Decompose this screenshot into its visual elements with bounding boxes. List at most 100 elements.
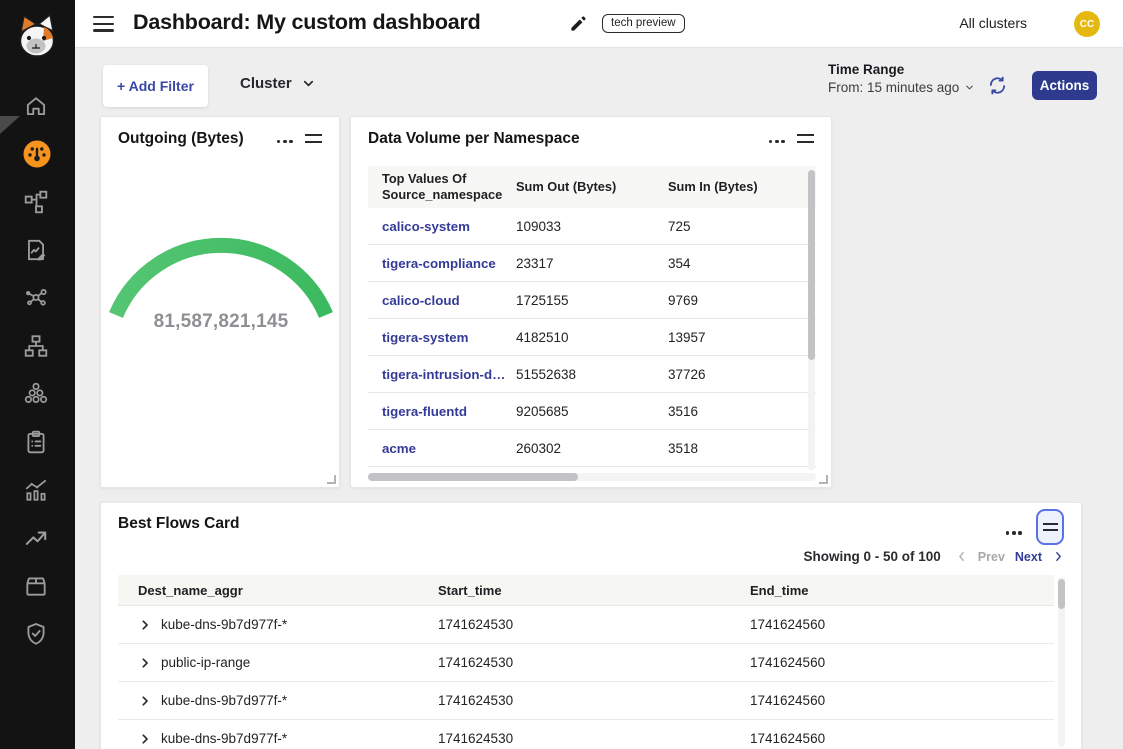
end-time: 1741624560 — [750, 617, 1054, 632]
column-header: Dest_name_aggr — [138, 583, 438, 598]
sum-in-value: 13957 — [668, 330, 816, 345]
table-row: kube-dns-9b7d977f-* 1741624530 174162456… — [118, 720, 1054, 749]
cluster-selector[interactable]: All clusters — [959, 15, 1027, 31]
end-time: 1741624560 — [750, 731, 1054, 746]
sidebar-item-compliance[interactable] — [23, 429, 49, 455]
cluster-filter-dropdown[interactable]: Cluster — [240, 75, 316, 92]
pagination-status: Showing 0 - 50 of 100 — [804, 549, 941, 564]
table-row: public-ip-range 1741624530 1741624560 — [118, 644, 1054, 682]
card-menu-icon[interactable] — [767, 134, 786, 144]
sum-in-value: 3516 — [668, 404, 816, 419]
namespace-link[interactable]: tigera-intrusion-d… — [382, 367, 516, 382]
topbar: Dashboard: My custom dashboard tech prev… — [75, 0, 1123, 48]
card-best-flows: Best Flows Card Showing 0 - 50 of 100 Pr… — [100, 502, 1082, 749]
calico-cat-logo — [13, 12, 61, 64]
sidebar-item-statistics[interactable] — [23, 477, 49, 503]
service-graph-icon — [23, 189, 49, 215]
tech-preview-badge: tech preview — [602, 14, 685, 33]
namespace-table: Top Values Of Source_namespace Sum Out (… — [368, 166, 816, 467]
table-row: calico-cloud 1725155 9769 — [368, 282, 816, 319]
sidebar-item-security[interactable] — [23, 621, 49, 647]
sidebar-item-dashboards-active[interactable] — [22, 139, 52, 169]
card-resize-handle[interactable] — [819, 475, 828, 484]
hamburger-menu-icon[interactable] — [93, 16, 114, 36]
trend-arrow-icon — [23, 525, 49, 551]
bar-chart-stats-icon — [23, 477, 49, 503]
start-time: 1741624530 — [438, 731, 750, 746]
sum-out-value: 109033 — [516, 219, 668, 234]
flows-table: Dest_name_aggr Start_time End_time kube-… — [118, 575, 1054, 749]
drag-handle-icon[interactable] — [797, 130, 814, 147]
sum-out-value: 51552638 — [516, 367, 668, 382]
time-range: Time Range From: 15 minutes ago — [828, 62, 975, 95]
expand-chevron-icon[interactable] — [138, 656, 152, 670]
sidebar-item-packages[interactable] — [23, 573, 49, 599]
next-button[interactable]: Next — [1015, 550, 1042, 564]
card-menu-icon[interactable] — [1004, 525, 1023, 535]
prev-button[interactable]: Prev — [978, 550, 1005, 564]
actions-button[interactable]: Actions — [1032, 71, 1097, 100]
dashboard-gauge-icon — [22, 139, 52, 169]
circles-cluster-icon — [23, 381, 49, 407]
sidebar-item-home[interactable] — [23, 93, 49, 119]
dest-name: public-ip-range — [161, 655, 250, 670]
box-archive-icon — [23, 573, 49, 599]
chevron-left-icon[interactable] — [955, 550, 968, 563]
vertical-scrollbar[interactable] — [808, 170, 815, 470]
chevron-right-icon[interactable] — [1052, 550, 1065, 563]
namespace-link[interactable]: tigera-fluentd — [382, 404, 516, 419]
namespace-link[interactable]: tigera-system — [382, 330, 516, 345]
card-outgoing-bytes: Outgoing (Bytes) 81,587,821,145 — [100, 116, 340, 488]
namespace-link[interactable]: acme — [382, 441, 516, 456]
end-time: 1741624560 — [750, 655, 1054, 670]
table-row: tigera-intrusion-d… 51552638 37726 — [368, 356, 816, 393]
sidebar-item-trends[interactable] — [23, 525, 49, 551]
table-row: kube-dns-9b7d977f-* 1741624530 174162456… — [118, 682, 1054, 720]
dest-name: kube-dns-9b7d977f-* — [161, 693, 287, 708]
edit-pencil-icon[interactable] — [569, 14, 588, 33]
card-data-volume: Data Volume per Namespace Top Values Of … — [350, 116, 832, 488]
time-range-value-dropdown[interactable]: From: 15 minutes ago — [828, 80, 975, 95]
end-time: 1741624560 — [750, 693, 1054, 708]
sum-out-value: 1725155 — [516, 293, 668, 308]
gauge-value: 81,587,821,145 — [101, 311, 341, 333]
card-title: Best Flows Card — [118, 515, 239, 533]
table-row: kube-dns-9b7d977f-* 1741624530 174162456… — [118, 606, 1054, 644]
horizontal-scrollbar[interactable] — [368, 473, 816, 481]
vertical-scrollbar[interactable] — [1058, 577, 1065, 747]
table-row: acme 260302 3518 — [368, 430, 816, 467]
namespace-link[interactable]: calico-cloud — [382, 293, 516, 308]
sidebar — [0, 0, 75, 749]
time-range-value: From: 15 minutes ago — [828, 80, 959, 95]
sidebar-item-reports[interactable] — [23, 237, 49, 263]
main-content: + Add Filter Cluster Time Range From: 15… — [75, 48, 1123, 749]
sidebar-item-clusters[interactable] — [23, 381, 49, 407]
table-header-row: Dest_name_aggr Start_time End_time — [118, 575, 1054, 606]
expand-chevron-icon[interactable] — [138, 618, 152, 632]
chevron-down-icon — [301, 76, 316, 91]
expand-chevron-icon[interactable] — [138, 732, 152, 746]
home-icon — [23, 93, 49, 119]
drag-handle-icon-focused[interactable] — [1036, 509, 1064, 545]
sum-in-value: 37726 — [668, 367, 816, 382]
table-row: tigera-compliance 23317 354 — [368, 245, 816, 282]
sidebar-item-network-tree[interactable] — [23, 333, 49, 359]
drag-handle-icon[interactable] — [305, 130, 322, 147]
avatar[interactable]: CC — [1074, 11, 1100, 37]
column-header: Sum Out (Bytes) — [516, 179, 668, 195]
shield-check-icon — [23, 621, 49, 647]
card-resize-handle[interactable] — [327, 475, 336, 484]
sidebar-item-threat-graph[interactable] — [23, 285, 49, 311]
sidebar-item-service-graph[interactable] — [23, 189, 49, 215]
start-time: 1741624530 — [438, 617, 750, 632]
namespace-link[interactable]: tigera-compliance — [382, 256, 516, 271]
namespace-link[interactable]: calico-system — [382, 219, 516, 234]
sum-in-value: 725 — [668, 219, 816, 234]
expand-chevron-icon[interactable] — [138, 694, 152, 708]
add-filter-button[interactable]: + Add Filter — [103, 65, 208, 107]
card-title: Data Volume per Namespace — [368, 130, 580, 148]
card-menu-icon[interactable] — [275, 134, 294, 144]
sum-out-value: 4182510 — [516, 330, 668, 345]
column-header: Sum In (Bytes) — [668, 179, 816, 195]
refresh-icon[interactable] — [987, 75, 1008, 96]
